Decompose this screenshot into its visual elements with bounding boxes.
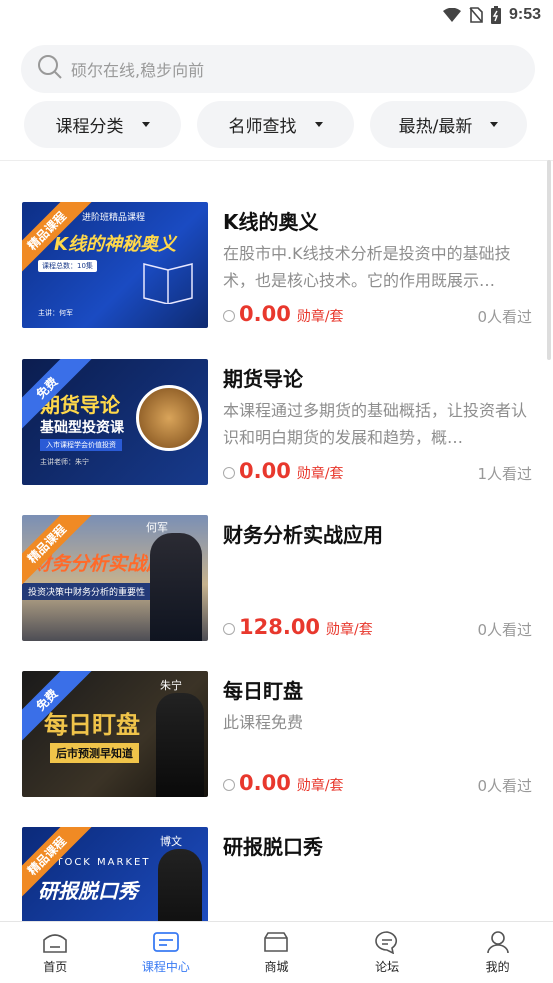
- price-amount: 0.00: [239, 459, 291, 483]
- bottom-tab-bar: 首页 课程中心 商城 论坛 我的: [0, 921, 553, 983]
- filter-sort[interactable]: 最热/最新: [370, 101, 527, 148]
- chat-bubble-icon: [375, 931, 398, 954]
- caret-down-icon: [141, 122, 150, 127]
- tab-forum[interactable]: 论坛: [332, 922, 443, 983]
- view-count: 1人看过: [477, 465, 532, 483]
- price-amount: 0.00: [239, 302, 291, 326]
- filter-course-category[interactable]: 课程分类: [24, 101, 181, 148]
- course-title: 每日盯盘: [223, 679, 303, 703]
- user-icon: [486, 931, 509, 954]
- presenter-image: [158, 849, 202, 922]
- course-description: 在股市中.K线技术分析是投资中的基础技术，也是核心技术。它的作用既展示…: [223, 244, 511, 290]
- course-item[interactable]: 每日盯盘 后市预测早知道 朱宁 免费 每日盯盘 此课程免费 0.00 勋章/套 0…: [0, 671, 553, 797]
- thumb-band: 后市预测早知道: [50, 743, 139, 763]
- price-unit: 勋章/套: [296, 466, 344, 482]
- price-unit: 勋章/套: [296, 778, 344, 794]
- tab-label: 我的: [485, 960, 510, 974]
- coin-icon: [223, 779, 235, 791]
- course-thumbnail: STOCK MARKET 研报脱口秀 博文 精品课程: [22, 827, 208, 922]
- book-icon: [143, 263, 193, 304]
- price-amount: 0.00: [239, 771, 291, 795]
- no-sim-icon: [469, 7, 483, 23]
- price-unit: 勋章/套: [326, 622, 373, 638]
- filter-label: 最热/最新: [398, 117, 473, 137]
- price-unit: 勋章/套: [296, 309, 344, 325]
- search-input[interactable]: 硕尔在线,稳步向前: [21, 45, 535, 93]
- thumb-author: 主讲老师：朱宁: [40, 458, 89, 466]
- thumb-author: 主讲：何军: [38, 309, 73, 317]
- course-title: 研报脱口秀: [223, 835, 323, 859]
- thumb-author: 朱宁: [160, 679, 182, 692]
- thumb-subtitle: STOCK MARKET: [48, 857, 151, 868]
- course-price: 0.00 勋章/套: [223, 302, 344, 326]
- filter-label: 名师查找: [228, 117, 297, 137]
- thumb-title: 研报脱口秀: [38, 879, 138, 903]
- divider: [0, 160, 553, 161]
- view-count: 0人看过: [477, 308, 532, 326]
- tab-label: 首页: [43, 960, 68, 974]
- shop-icon: [264, 932, 289, 952]
- clock: 9:53: [508, 6, 541, 23]
- coin-icon: [223, 310, 235, 322]
- filter-label: 课程分类: [55, 117, 124, 137]
- tab-label: 商城: [264, 960, 289, 974]
- course-price: 128.00 勋章/套: [223, 615, 373, 639]
- price-amount: 128.00: [239, 615, 321, 639]
- course-thumbnail: 期货导论 基础型投资课 入市课程学会价值投资 主讲老师：朱宁 免费: [22, 359, 208, 485]
- battery-icon: [490, 6, 501, 24]
- course-thumbnail: 财务分析实战应用 投资决策中财务分析的重要性 何军 精品课程: [22, 515, 208, 641]
- filter-bar: 课程分类 名师查找 最热/最新: [24, 101, 527, 148]
- search-placeholder: 硕尔在线,稳步向前: [71, 61, 205, 80]
- thumb-title: 每日盯盘: [44, 711, 140, 739]
- view-count: 0人看过: [477, 621, 532, 639]
- tab-label: 论坛: [375, 960, 400, 974]
- coin-icon: [223, 467, 235, 479]
- wifi-icon: [442, 8, 461, 22]
- view-count: 0人看过: [477, 777, 532, 795]
- coins-image: [136, 385, 202, 451]
- thumb-subtitle: 进阶班精品课程: [82, 213, 146, 223]
- presenter-image: [156, 693, 204, 797]
- thumb-subtitle: 基础型投资课: [40, 420, 124, 436]
- thumb-count: 课程总数：10集: [38, 260, 97, 272]
- tab-label: 课程中心: [141, 960, 190, 974]
- filter-teacher-search[interactable]: 名师查找: [197, 101, 354, 148]
- tab-course-center[interactable]: 课程中心: [111, 922, 222, 983]
- search-icon: [37, 54, 63, 84]
- thumb-author: 博文: [160, 835, 182, 848]
- course-description: [223, 553, 533, 607]
- course-title: 期货导论: [223, 367, 303, 391]
- course-description: 此课程免费: [223, 713, 304, 732]
- course-description: 本课程通过多期货的基础概括，让投资者认识和明白期货的发展和趋势，概…: [223, 401, 528, 447]
- course-title: 财务分析实战应用: [223, 523, 383, 547]
- course-thumbnail: 每日盯盘 后市预测早知道 朱宁 免费: [22, 671, 208, 797]
- coin-icon: [223, 623, 235, 635]
- course-price: 0.00 勋章/套: [223, 771, 344, 795]
- presenter-image: [150, 533, 202, 641]
- home-icon: [43, 934, 68, 953]
- thumb-author: 何军: [146, 521, 168, 534]
- course-item[interactable]: 财务分析实战应用 投资决策中财务分析的重要性 何军 精品课程 财务分析实战应用 …: [0, 515, 553, 641]
- course-item[interactable]: 期货导论 基础型投资课 入市课程学会价值投资 主讲老师：朱宁 免费 期货导论 本…: [0, 359, 553, 485]
- course-item[interactable]: 进阶班精品课程 K线的神秘奥义 课程总数：10集 主讲：何军 精品课程 K线的奥…: [0, 202, 553, 328]
- course-center-icon: [152, 932, 179, 952]
- thumb-band: 入市课程学会价值投资: [40, 439, 122, 451]
- course-thumbnail: 进阶班精品课程 K线的神秘奥义 课程总数：10集 主讲：何军 精品课程: [22, 202, 208, 328]
- caret-down-icon: [314, 122, 323, 127]
- course-item[interactable]: STOCK MARKET 研报脱口秀 博文 精品课程 研报脱口秀: [0, 827, 553, 922]
- tab-mall[interactable]: 商城: [221, 922, 332, 983]
- tab-home[interactable]: 首页: [0, 922, 111, 983]
- caret-down-icon: [490, 122, 499, 127]
- course-title: K线的奥义: [223, 210, 319, 234]
- status-bar: 9:53: [0, 0, 553, 30]
- tab-me[interactable]: 我的: [442, 922, 553, 983]
- course-price: 0.00 勋章/套: [223, 459, 344, 483]
